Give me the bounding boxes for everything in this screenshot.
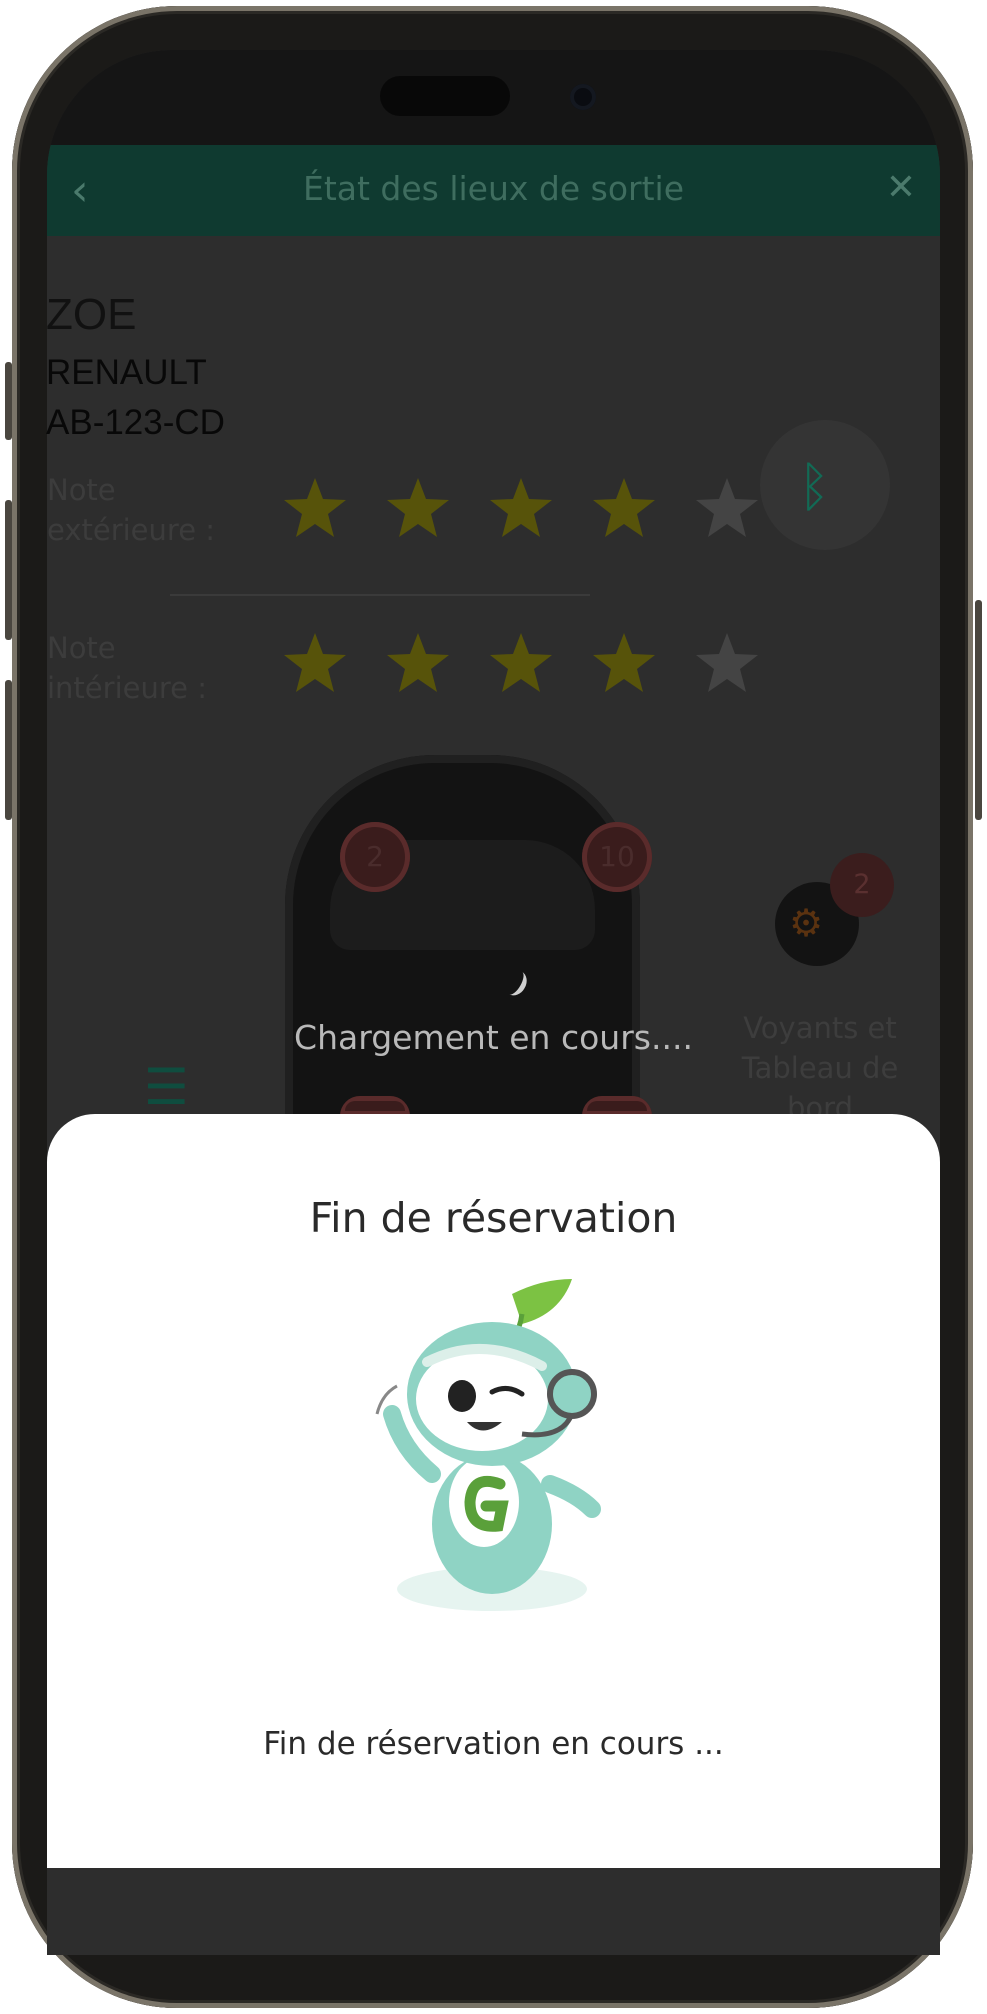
- star-empty-icon[interactable]: [694, 630, 760, 696]
- car-diagram[interactable]: [285, 755, 640, 1155]
- star-filled-icon[interactable]: [488, 630, 554, 696]
- star-filled-icon[interactable]: [591, 630, 657, 696]
- loading-text: Chargement en cours....: [294, 1018, 693, 1057]
- exterior-rating-label-line1: Note: [47, 473, 116, 507]
- vehicle-plate: AB-123-CD: [46, 403, 225, 442]
- dashboard-badge: 2: [830, 853, 894, 917]
- app-header: ‹ État des lieux de sortie ✕: [47, 145, 940, 236]
- damage-marker-partial[interactable]: [340, 1096, 410, 1116]
- list-icon[interactable]: ☰: [144, 1058, 189, 1116]
- rating-divider: [170, 594, 590, 596]
- engine-warning-icon: ⚙: [789, 901, 824, 945]
- vehicle-brand: RENAULT: [46, 353, 207, 392]
- star-filled-icon[interactable]: [385, 475, 451, 541]
- phone-side-button: [975, 600, 982, 820]
- damage-marker-partial[interactable]: [582, 1096, 652, 1116]
- phone-volume-up-button: [5, 500, 12, 640]
- interior-rating-label-line1: Note: [47, 631, 116, 665]
- star-filled-icon[interactable]: [385, 630, 451, 696]
- phone-volume-down-button: [5, 680, 12, 820]
- exterior-rating-label-line2: extérieure :: [47, 513, 216, 547]
- camera-icon: [570, 84, 596, 110]
- home-indicator-area: [47, 1868, 940, 1955]
- end-reservation-sheet: Fin de réservation Fin de réservation en…: [47, 1114, 940, 1868]
- interior-rating-label-line2: intérieure :: [47, 671, 207, 705]
- mascot-robot-icon: [375, 1279, 601, 1611]
- exterior-rating-label: Note extérieure :: [47, 470, 215, 550]
- sheet-title: Fin de réservation: [309, 1194, 678, 1242]
- star-empty-icon[interactable]: [694, 475, 760, 541]
- close-icon[interactable]: ✕: [886, 167, 916, 208]
- page-title: État des lieux de sortie: [302, 169, 685, 208]
- phone-action-button: [5, 362, 12, 440]
- damage-marker[interactable]: 2: [340, 822, 410, 892]
- bluetooth-icon: ᛒ: [798, 455, 831, 518]
- vehicle-model: ZOE: [46, 290, 137, 339]
- sheet-message: Fin de réservation en cours ...: [263, 1726, 724, 1762]
- star-filled-icon[interactable]: [282, 475, 348, 541]
- star-filled-icon[interactable]: [591, 475, 657, 541]
- star-filled-icon[interactable]: [282, 630, 348, 696]
- dynamic-island: [380, 76, 510, 116]
- star-filled-icon[interactable]: [488, 475, 554, 541]
- interior-rating-label: Note intérieure :: [47, 628, 207, 708]
- damage-marker[interactable]: 10: [582, 822, 652, 892]
